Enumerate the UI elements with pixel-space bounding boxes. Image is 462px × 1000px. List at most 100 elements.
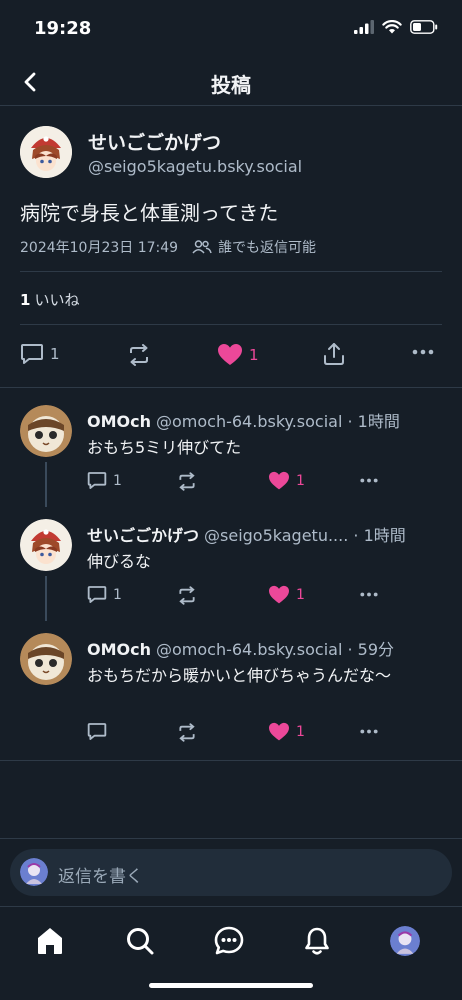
reply-button[interactable]: 1 <box>87 471 122 490</box>
page-title: 投稿 <box>211 73 251 97</box>
heart-icon <box>218 344 242 365</box>
likes-row[interactable]: 1 いいね <box>20 289 79 310</box>
repost-icon <box>179 472 195 491</box>
heart-icon <box>269 585 289 604</box>
battery-icon <box>410 20 438 34</box>
heart-icon <box>269 722 289 741</box>
author-avatar[interactable] <box>20 126 72 178</box>
status-bar: 19:28 <box>0 0 462 58</box>
divider <box>0 760 462 761</box>
status-icons <box>354 20 438 34</box>
tab-chat[interactable] <box>209 921 249 961</box>
divider <box>20 271 442 272</box>
reply-text: おもち5ミリ伸びてた <box>87 438 242 457</box>
reply-actions: 1 <box>87 722 397 744</box>
reply-button[interactable]: 1 <box>87 585 122 604</box>
more-button[interactable] <box>359 478 379 483</box>
composer-avatar <box>20 858 48 886</box>
reply-time: · 1時間 <box>347 412 400 431</box>
heart-icon <box>269 471 289 490</box>
more-icon <box>360 729 378 734</box>
reply-avatar[interactable] <box>20 405 72 457</box>
reply-item[interactable]: せいごごかげつ @seigo5kagetu.... · 1時間 伸びるな 1 1 <box>0 519 462 619</box>
reply-time: · 59分 <box>347 640 395 659</box>
reply-composer[interactable]: 返信を書く <box>10 849 452 896</box>
divider <box>0 387 462 388</box>
reply-author-name: OMOch <box>87 640 151 659</box>
author-handle[interactable]: @seigo5kagetu.bsky.social <box>88 157 302 176</box>
divider <box>20 324 442 325</box>
home-indicator <box>149 983 313 988</box>
like-button[interactable]: 1 <box>268 722 305 742</box>
repost-button[interactable] <box>177 586 197 605</box>
like-label: いいね <box>34 291 80 309</box>
reply-icon <box>21 344 43 364</box>
bell-icon <box>305 927 329 955</box>
reply-time: · 1時間 <box>353 526 406 545</box>
reply-avatar[interactable] <box>20 633 72 685</box>
like-count: 1 <box>296 473 305 489</box>
post-meta: 2024年10月23日 17:49 誰でも返信可能 <box>20 237 316 257</box>
reply-icon <box>87 586 107 603</box>
reply-author-name: せいごごかげつ <box>87 526 200 545</box>
home-icon <box>38 928 62 954</box>
reply-icon <box>87 472 107 489</box>
chat-icon <box>214 926 244 955</box>
reply-author-handle: @seigo5kagetu.... <box>204 526 349 545</box>
tab-notifications[interactable] <box>297 921 337 961</box>
reply-count: 1 <box>113 472 122 489</box>
reply-author[interactable]: OMOch @omoch-64.bsky.social · 59分 <box>87 636 394 660</box>
repost-button[interactable] <box>127 344 151 366</box>
more-button[interactable] <box>359 592 379 597</box>
reply-icon <box>87 723 107 740</box>
repost-icon <box>179 723 195 742</box>
post-actions: 1 1 <box>20 341 440 369</box>
reply-author-handle: @omoch-64.bsky.social <box>156 640 343 659</box>
reply-setting[interactable]: 誰でも返信可能 <box>218 237 316 257</box>
reply-avatar[interactable] <box>20 519 72 571</box>
reply-button[interactable] <box>87 722 113 741</box>
reply-text: おもちだから暖かいと伸びちゃうんだな〜 <box>87 666 392 685</box>
reply-button[interactable]: 1 <box>20 343 60 365</box>
people-icon <box>192 240 212 254</box>
more-icon <box>360 478 378 483</box>
tab-home[interactable] <box>30 921 70 961</box>
like-count: 1 <box>296 587 305 603</box>
reply-author-handle: @omoch-64.bsky.social <box>156 412 343 431</box>
reply-author-name: OMOch <box>87 412 151 431</box>
tab-search[interactable] <box>120 921 160 961</box>
reply-author[interactable]: OMOch @omoch-64.bsky.social · 1時間 <box>87 408 400 432</box>
composer-placeholder: 返信を書く <box>58 867 143 887</box>
search-icon <box>127 928 154 955</box>
repost-icon <box>179 586 195 605</box>
signal-icon <box>354 20 374 34</box>
reply-text: 伸びるな <box>87 552 152 571</box>
post-timestamp: 2024年10月23日 17:49 <box>20 240 179 256</box>
status-time: 19:28 <box>34 18 92 39</box>
reply-actions: 1 1 <box>87 471 397 493</box>
repost-icon <box>130 344 148 366</box>
post-text: 病院で身長と体重測ってきた <box>20 201 279 225</box>
like-count: 1 <box>20 291 31 309</box>
more-icon <box>360 592 378 597</box>
repost-button[interactable] <box>177 723 197 742</box>
like-count: 1 <box>296 724 305 740</box>
more-button[interactable] <box>412 349 434 355</box>
reply-item[interactable]: OMOch @omoch-64.bsky.social · 1時間 おもち5ミリ伸… <box>0 405 462 505</box>
share-button[interactable] <box>322 342 346 366</box>
tab-profile[interactable] <box>385 921 425 961</box>
more-icon <box>412 349 434 355</box>
like-button[interactable]: 1 <box>268 471 305 491</box>
more-button[interactable] <box>359 729 379 734</box>
like-count-action: 1 <box>249 346 259 364</box>
reply-author[interactable]: せいごごかげつ @seigo5kagetu.... · 1時間 <box>87 522 406 546</box>
wifi-icon <box>382 20 402 34</box>
like-button[interactable]: 1 <box>268 585 305 605</box>
author-name[interactable]: せいごごかげつ <box>88 128 221 155</box>
profile-avatar <box>390 926 420 956</box>
like-button[interactable]: 1 <box>217 343 259 367</box>
repost-button[interactable] <box>177 472 197 491</box>
share-icon <box>324 343 344 365</box>
reply-count: 1 <box>50 345 60 363</box>
reply-item[interactable]: OMOch @omoch-64.bsky.social · 59分 おもちだから暖… <box>0 633 462 753</box>
